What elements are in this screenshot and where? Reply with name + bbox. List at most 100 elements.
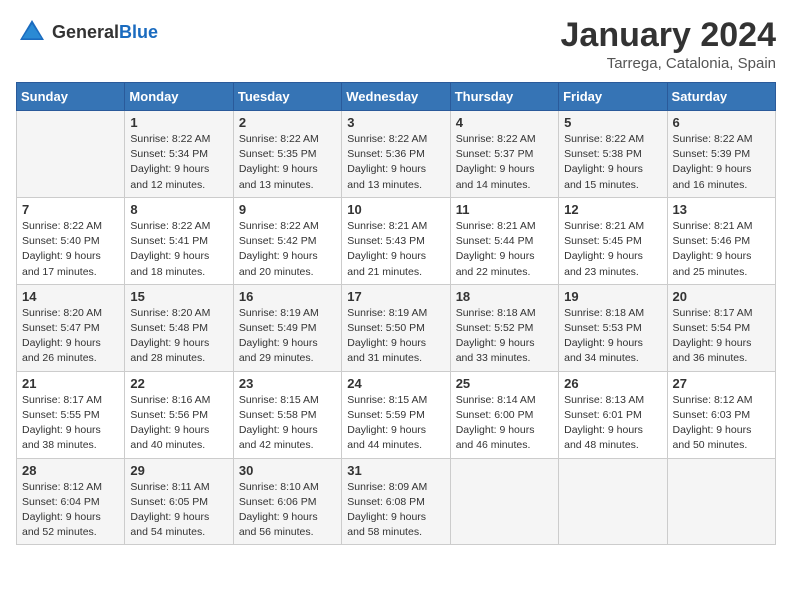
calendar-week-row: 1Sunrise: 8:22 AMSunset: 5:34 PMDaylight… bbox=[17, 111, 776, 198]
calendar-cell: 6 Sunrise: 8:22 AMSunset: 5:39 PMDaylight… bbox=[667, 111, 775, 198]
calendar-cell: 9 Sunrise: 8:22 AMSunset: 5:42 PMDaylight… bbox=[233, 197, 341, 284]
calendar-cell: 30 Sunrise: 8:10 AMSunset: 6:06 PMDayligh… bbox=[233, 458, 341, 545]
calendar-cell: 19 Sunrise: 8:18 AMSunset: 5:53 PMDayligh… bbox=[559, 284, 667, 371]
calendar-table: SundayMondayTuesdayWednesdayThursdayFrid… bbox=[16, 82, 776, 545]
weekday-header: Thursday bbox=[450, 83, 558, 111]
day-detail: Sunrise: 8:22 AMSunset: 5:36 PMDaylight:… bbox=[347, 132, 444, 193]
day-number: 26 bbox=[564, 376, 661, 391]
calendar-cell bbox=[17, 111, 125, 198]
day-detail: Sunrise: 8:22 AMSunset: 5:38 PMDaylight:… bbox=[564, 132, 661, 193]
day-number: 28 bbox=[22, 463, 119, 478]
day-number: 2 bbox=[239, 115, 336, 130]
day-number: 6 bbox=[673, 115, 770, 130]
day-detail: Sunrise: 8:10 AMSunset: 6:06 PMDaylight:… bbox=[239, 480, 336, 541]
day-number: 1 bbox=[130, 115, 227, 130]
calendar-cell: 2 Sunrise: 8:22 AMSunset: 5:35 PMDaylight… bbox=[233, 111, 341, 198]
day-number: 18 bbox=[456, 289, 553, 304]
day-detail: Sunrise: 8:12 AMSunset: 6:03 PMDaylight:… bbox=[673, 393, 770, 454]
day-number: 30 bbox=[239, 463, 336, 478]
calendar-cell: 23Sunrise: 8:15 AMSunset: 5:58 PMDayligh… bbox=[233, 371, 341, 458]
calendar-cell: 13 Sunrise: 8:21 AMSunset: 5:46 PMDayligh… bbox=[667, 197, 775, 284]
day-detail: Sunrise: 8:20 AMSunset: 5:47 PMDaylight:… bbox=[22, 306, 119, 367]
day-detail: Sunrise: 8:22 AMSunset: 5:37 PMDaylight:… bbox=[456, 132, 553, 193]
day-number: 31 bbox=[347, 463, 444, 478]
day-detail: Sunrise: 8:20 AMSunset: 5:48 PMDaylight:… bbox=[130, 306, 227, 367]
day-detail: Sunrise: 8:22 AMSunset: 5:40 PMDaylight:… bbox=[22, 219, 119, 280]
logo-text-blue: Blue bbox=[119, 22, 158, 42]
day-number: 7 bbox=[22, 202, 119, 217]
day-number: 11 bbox=[456, 202, 553, 217]
day-detail: Sunrise: 8:21 AMSunset: 5:45 PMDaylight:… bbox=[564, 219, 661, 280]
day-number: 13 bbox=[673, 202, 770, 217]
day-detail: Sunrise: 8:17 AMSunset: 5:54 PMDaylight:… bbox=[673, 306, 770, 367]
day-number: 3 bbox=[347, 115, 444, 130]
day-number: 9 bbox=[239, 202, 336, 217]
day-number: 20 bbox=[673, 289, 770, 304]
day-detail: Sunrise: 8:15 AMSunset: 5:58 PMDaylight:… bbox=[239, 393, 336, 454]
weekday-header: Tuesday bbox=[233, 83, 341, 111]
calendar-cell: 12 Sunrise: 8:21 AMSunset: 5:45 PMDayligh… bbox=[559, 197, 667, 284]
day-detail: Sunrise: 8:16 AMSunset: 5:56 PMDaylight:… bbox=[130, 393, 227, 454]
calendar-week-row: 28Sunrise: 8:12 AMSunset: 6:04 PMDayligh… bbox=[17, 458, 776, 545]
day-number: 14 bbox=[22, 289, 119, 304]
calendar-header-row: SundayMondayTuesdayWednesdayThursdayFrid… bbox=[17, 83, 776, 111]
day-detail: Sunrise: 8:21 AMSunset: 5:44 PMDaylight:… bbox=[456, 219, 553, 280]
month-title: January 2024 bbox=[561, 16, 777, 55]
day-number: 24 bbox=[347, 376, 444, 391]
day-detail: Sunrise: 8:13 AMSunset: 6:01 PMDaylight:… bbox=[564, 393, 661, 454]
logo-text-general: General bbox=[52, 22, 119, 42]
day-detail: Sunrise: 8:21 AMSunset: 5:43 PMDaylight:… bbox=[347, 219, 444, 280]
calendar-week-row: 14 Sunrise: 8:20 AMSunset: 5:47 PMDayligh… bbox=[17, 284, 776, 371]
calendar-cell: 17Sunrise: 8:19 AMSunset: 5:50 PMDayligh… bbox=[342, 284, 450, 371]
weekday-header: Monday bbox=[125, 83, 233, 111]
location-title: Tarrega, Catalonia, Spain bbox=[561, 55, 777, 72]
day-detail: Sunrise: 8:09 AMSunset: 6:08 PMDaylight:… bbox=[347, 480, 444, 541]
calendar-cell: 27 Sunrise: 8:12 AMSunset: 6:03 PMDayligh… bbox=[667, 371, 775, 458]
day-detail: Sunrise: 8:17 AMSunset: 5:55 PMDaylight:… bbox=[22, 393, 119, 454]
day-number: 5 bbox=[564, 115, 661, 130]
weekday-header: Friday bbox=[559, 83, 667, 111]
calendar-week-row: 7 Sunrise: 8:22 AMSunset: 5:40 PMDaylight… bbox=[17, 197, 776, 284]
calendar-cell: 11 Sunrise: 8:21 AMSunset: 5:44 PMDayligh… bbox=[450, 197, 558, 284]
day-detail: Sunrise: 8:19 AMSunset: 5:50 PMDaylight:… bbox=[347, 306, 444, 367]
day-detail: Sunrise: 8:19 AMSunset: 5:49 PMDaylight:… bbox=[239, 306, 336, 367]
calendar-cell: 10Sunrise: 8:21 AMSunset: 5:43 PMDayligh… bbox=[342, 197, 450, 284]
weekday-header: Sunday bbox=[17, 83, 125, 111]
day-number: 22 bbox=[130, 376, 227, 391]
day-detail: Sunrise: 8:21 AMSunset: 5:46 PMDaylight:… bbox=[673, 219, 770, 280]
weekday-header: Wednesday bbox=[342, 83, 450, 111]
calendar-body: 1Sunrise: 8:22 AMSunset: 5:34 PMDaylight… bbox=[17, 111, 776, 545]
calendar-cell: 31 Sunrise: 8:09 AMSunset: 6:08 PMDayligh… bbox=[342, 458, 450, 545]
calendar-week-row: 21Sunrise: 8:17 AMSunset: 5:55 PMDayligh… bbox=[17, 371, 776, 458]
day-detail: Sunrise: 8:22 AMSunset: 5:39 PMDaylight:… bbox=[673, 132, 770, 193]
weekday-header: Saturday bbox=[667, 83, 775, 111]
calendar-cell: 16Sunrise: 8:19 AMSunset: 5:49 PMDayligh… bbox=[233, 284, 341, 371]
day-detail: Sunrise: 8:14 AMSunset: 6:00 PMDaylight:… bbox=[456, 393, 553, 454]
calendar-cell: 4 Sunrise: 8:22 AMSunset: 5:37 PMDaylight… bbox=[450, 111, 558, 198]
calendar-cell: 28Sunrise: 8:12 AMSunset: 6:04 PMDayligh… bbox=[17, 458, 125, 545]
calendar-cell: 20 Sunrise: 8:17 AMSunset: 5:54 PMDayligh… bbox=[667, 284, 775, 371]
title-area: January 2024 Tarrega, Catalonia, Spain bbox=[561, 16, 777, 72]
calendar-cell: 8Sunrise: 8:22 AMSunset: 5:41 PMDaylight… bbox=[125, 197, 233, 284]
day-detail: Sunrise: 8:22 AMSunset: 5:42 PMDaylight:… bbox=[239, 219, 336, 280]
day-number: 8 bbox=[130, 202, 227, 217]
calendar-cell: 14 Sunrise: 8:20 AMSunset: 5:47 PMDayligh… bbox=[17, 284, 125, 371]
day-number: 4 bbox=[456, 115, 553, 130]
day-number: 15 bbox=[130, 289, 227, 304]
calendar-cell: 7 Sunrise: 8:22 AMSunset: 5:40 PMDaylight… bbox=[17, 197, 125, 284]
calendar-cell: 5 Sunrise: 8:22 AMSunset: 5:38 PMDaylight… bbox=[559, 111, 667, 198]
day-number: 12 bbox=[564, 202, 661, 217]
day-number: 19 bbox=[564, 289, 661, 304]
day-detail: Sunrise: 8:18 AMSunset: 5:52 PMDaylight:… bbox=[456, 306, 553, 367]
calendar-cell: 26 Sunrise: 8:13 AMSunset: 6:01 PMDayligh… bbox=[559, 371, 667, 458]
day-number: 27 bbox=[673, 376, 770, 391]
day-detail: Sunrise: 8:22 AMSunset: 5:35 PMDaylight:… bbox=[239, 132, 336, 193]
day-number: 29 bbox=[130, 463, 227, 478]
calendar-cell bbox=[559, 458, 667, 545]
calendar-cell: 21Sunrise: 8:17 AMSunset: 5:55 PMDayligh… bbox=[17, 371, 125, 458]
calendar-cell: 24Sunrise: 8:15 AMSunset: 5:59 PMDayligh… bbox=[342, 371, 450, 458]
header: GeneralBlue January 2024 Tarrega, Catalo… bbox=[16, 16, 776, 72]
calendar-cell: 22 Sunrise: 8:16 AMSunset: 5:56 PMDayligh… bbox=[125, 371, 233, 458]
day-number: 25 bbox=[456, 376, 553, 391]
day-detail: Sunrise: 8:18 AMSunset: 5:53 PMDaylight:… bbox=[564, 306, 661, 367]
